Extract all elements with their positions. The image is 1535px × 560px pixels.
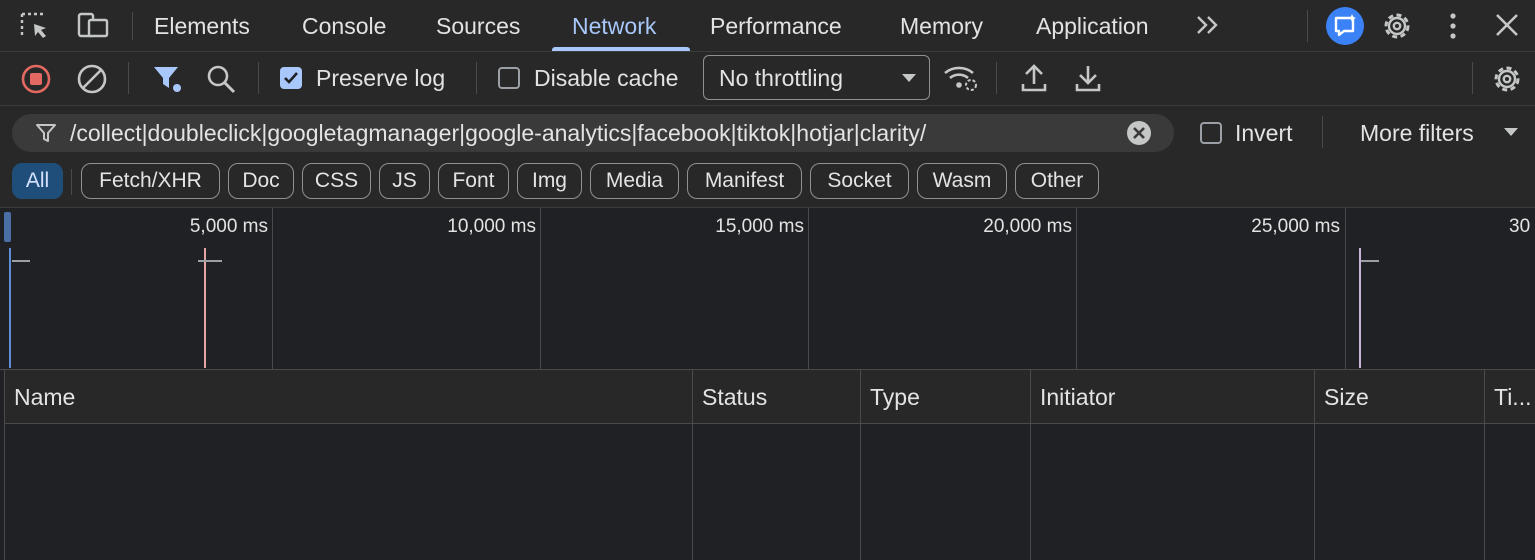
- clear-filter-icon[interactable]: [1126, 120, 1152, 146]
- invert-label[interactable]: Invert: [1235, 119, 1293, 147]
- timeline-marker: [1359, 248, 1361, 368]
- type-filter-all[interactable]: All: [12, 163, 63, 199]
- column-divider[interactable]: [860, 370, 861, 560]
- timeline-tick-label: 10,000 ms: [447, 216, 536, 237]
- tab-sources[interactable]: Sources: [436, 0, 520, 51]
- column-header-initiator[interactable]: Initiator: [1040, 370, 1115, 423]
- disable-cache-checkbox[interactable]: [498, 67, 520, 89]
- column-header-size[interactable]: Size: [1324, 370, 1369, 423]
- more-filters-button[interactable]: More filters: [1360, 119, 1474, 147]
- disable-cache-label[interactable]: Disable cache: [534, 64, 678, 92]
- column-divider[interactable]: [692, 370, 693, 560]
- export-har-download-icon[interactable]: [1074, 63, 1102, 93]
- tab-performance[interactable]: Performance: [710, 0, 842, 51]
- timeline-tick-label: 15,000 ms: [715, 216, 804, 237]
- column-header-name[interactable]: Name: [14, 370, 75, 423]
- toolbar-divider: [128, 62, 129, 94]
- dom-content-loaded-marker: [9, 248, 11, 368]
- type-filter-media[interactable]: Media: [590, 163, 679, 199]
- timeline-tick-label: 30: [1509, 216, 1531, 237]
- type-filter-fetch-xhr[interactable]: Fetch/XHR: [81, 163, 220, 199]
- tab-application[interactable]: Application: [1036, 0, 1149, 51]
- ai-assistance-icon[interactable]: [1325, 6, 1365, 46]
- request-table-header: [4, 370, 1535, 424]
- toolbar-divider: [1472, 62, 1473, 94]
- toolbar-divider: [996, 62, 997, 94]
- type-filter-other[interactable]: Other: [1015, 163, 1099, 199]
- toolbar-divider: [476, 62, 477, 94]
- timeline-gridline: [540, 208, 541, 369]
- timeline-gridline: [1345, 208, 1346, 369]
- request-bar: [198, 260, 222, 262]
- device-toolbar-icon[interactable]: [76, 10, 110, 42]
- type-filter-css[interactable]: CSS: [302, 163, 371, 199]
- clear-log-icon[interactable]: [76, 63, 108, 95]
- active-tab-indicator: [552, 47, 690, 51]
- chip-divider: [71, 169, 72, 195]
- type-filter-socket[interactable]: Socket: [810, 163, 909, 199]
- search-icon[interactable]: [205, 63, 237, 95]
- overview-window-left-handle[interactable]: [4, 212, 11, 242]
- request-bar: [1361, 260, 1379, 262]
- timeline-tick-label: 5,000 ms: [189, 216, 268, 237]
- close-devtools-icon[interactable]: [1494, 12, 1520, 38]
- more-filters-triangle-icon: [1502, 126, 1520, 138]
- timeline-gridline: [1076, 208, 1077, 369]
- preserve-log-checkbox[interactable]: [280, 67, 302, 89]
- load-event-marker: [204, 248, 206, 368]
- column-divider[interactable]: [1030, 370, 1031, 560]
- network-settings-gear-icon[interactable]: [1490, 62, 1524, 96]
- type-filter-wasm[interactable]: Wasm: [917, 163, 1007, 199]
- column-divider[interactable]: [1484, 370, 1485, 560]
- column-header-status[interactable]: Status: [702, 370, 767, 423]
- more-options-kebab-icon[interactable]: [1443, 11, 1463, 41]
- request-bar: [12, 260, 30, 262]
- timeline-gridline: [808, 208, 809, 369]
- table-left-border: [4, 370, 5, 560]
- stop-recording-icon[interactable]: [20, 63, 52, 95]
- timeline-tick-label: 20,000 ms: [983, 216, 1072, 237]
- tab-memory[interactable]: Memory: [900, 0, 983, 51]
- throttling-value: No throttling: [719, 65, 844, 91]
- column-divider[interactable]: [1314, 370, 1315, 560]
- type-filter-img[interactable]: Img: [517, 163, 582, 199]
- timeline-tick-label: 25,000 ms: [1251, 216, 1340, 237]
- tab-elements[interactable]: Elements: [154, 0, 250, 51]
- tab-console[interactable]: Console: [302, 0, 386, 51]
- import-har-upload-icon[interactable]: [1020, 63, 1048, 93]
- network-conditions-icon[interactable]: [942, 63, 980, 93]
- type-filter-font[interactable]: Font: [438, 163, 509, 199]
- type-filter-js[interactable]: JS: [379, 163, 430, 199]
- type-filter-manifest[interactable]: Manifest: [687, 163, 802, 199]
- dropdown-triangle-icon: [900, 72, 918, 84]
- timeline-gridline: [272, 208, 273, 369]
- inspect-element-icon[interactable]: [20, 12, 52, 42]
- toolbar-divider: [258, 62, 259, 94]
- column-header-time[interactable]: Ti...: [1494, 370, 1535, 423]
- invert-checkbox[interactable]: [1200, 122, 1222, 144]
- more-tabs-chevron-icon[interactable]: [1194, 12, 1222, 38]
- filter-funnel-icon[interactable]: [151, 63, 185, 95]
- filter-row-divider: [1322, 116, 1323, 148]
- column-header-type[interactable]: Type: [870, 370, 920, 423]
- tab-network[interactable]: Network: [572, 0, 656, 51]
- settings-gear-icon[interactable]: [1380, 9, 1414, 43]
- filter-funnel-outline-icon: [35, 122, 57, 144]
- tab-bar-divider: [1307, 10, 1308, 42]
- type-filter-doc[interactable]: Doc: [228, 163, 294, 199]
- preserve-log-label[interactable]: Preserve log: [316, 64, 445, 92]
- filter-input[interactable]: /collect|doubleclick|googletagmanager|go…: [70, 117, 926, 149]
- tab-bar-divider: [132, 12, 133, 40]
